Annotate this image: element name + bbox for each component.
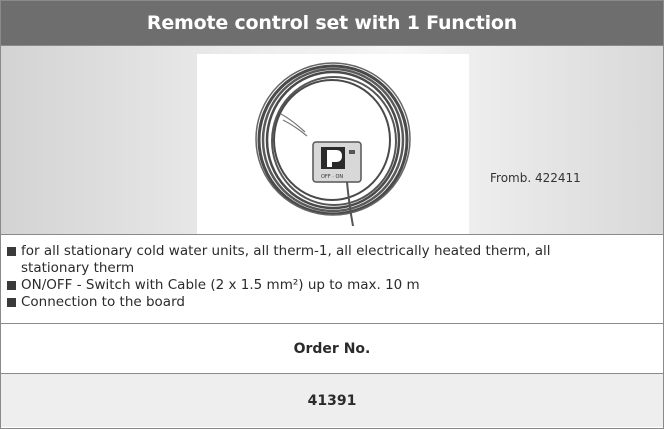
product-image-row: OFF · ON Fromb. 422411 <box>1 46 663 235</box>
product-title: Remote control set with 1 Function <box>146 12 518 34</box>
square-bullet-icon <box>7 298 16 307</box>
svg-text:OFF · ON: OFF · ON <box>321 174 343 180</box>
product-caption: Fromb. 422411 <box>490 171 581 185</box>
feature-text: Connection to the board <box>21 294 185 310</box>
feature-text: for all stationary cold water units, all… <box>21 243 551 276</box>
order-number-value: 41391 <box>307 392 357 409</box>
feature-item: ON/OFF - Switch with Cable (2 x 1.5 mm²)… <box>7 277 663 294</box>
feature-item: for all stationary cold water units, all… <box>7 243 663 277</box>
square-bullet-icon <box>7 281 16 290</box>
feature-item: Connection to the board <box>7 294 663 311</box>
square-bullet-icon <box>7 247 16 256</box>
title-bar: Remote control set with 1 Function <box>1 1 663 46</box>
feature-text: ON/OFF - Switch with Cable (2 x 1.5 mm²)… <box>21 277 420 293</box>
cable-coil-image: OFF · ON <box>255 62 411 227</box>
feature-list: for all stationary cold water units, all… <box>1 235 663 324</box>
order-number-row: 41391 <box>1 374 663 427</box>
order-number-header: Order No. <box>1 324 663 374</box>
product-sheet: Remote control set with 1 Function OFF ·… <box>0 0 664 429</box>
product-photo: OFF · ON <box>197 54 469 234</box>
order-number-label: Order No. <box>293 340 371 357</box>
